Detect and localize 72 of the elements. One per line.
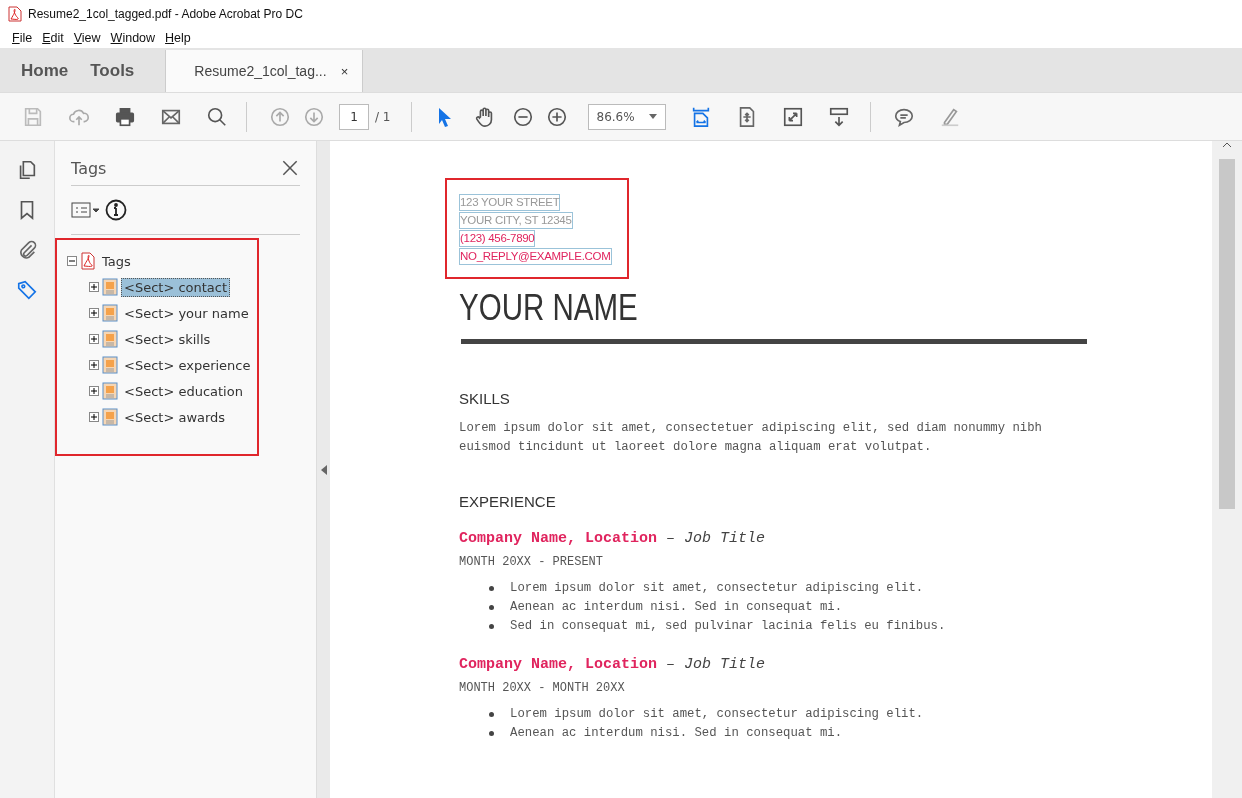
page-total: / 1	[375, 109, 391, 124]
tree-item[interactable]: <Sect> contact	[121, 277, 231, 297]
scrollbar-thumb[interactable]	[1219, 159, 1235, 509]
caret-icon[interactable]	[648, 114, 657, 119]
bullet-icon	[489, 731, 494, 736]
nav-tab[interactable]: Home	[10, 50, 80, 92]
expand-icon[interactable]	[89, 412, 99, 422]
nav-tab[interactable]: Tools	[79, 50, 146, 92]
page-number-field[interactable]: 1	[339, 103, 369, 130]
expand-icon[interactable]	[89, 386, 99, 396]
bullet-icon	[489, 605, 494, 610]
company-name: Company Name, Location	[459, 656, 658, 673]
menu-item[interactable]: Help	[165, 31, 191, 45]
scroll-up-icon[interactable]	[1222, 141, 1232, 149]
expand-icon[interactable]	[89, 308, 99, 318]
tag-element-icon	[102, 408, 118, 426]
search-icon[interactable]	[206, 105, 228, 128]
bullet-text: Aenean ac interdum nisi. Sed in consequat mi.	[510, 725, 843, 742]
tag-element-icon	[102, 330, 118, 348]
menu-item[interactable]: File	[12, 31, 33, 45]
section-heading: SKILLS	[459, 390, 511, 407]
zoom-value[interactable]: 86.6%	[596, 109, 635, 124]
scroll-mode-icon[interactable]	[827, 105, 850, 128]
zoom-out-icon[interactable]	[511, 105, 534, 128]
tree-item[interactable]: <Sect> education	[121, 381, 246, 401]
section-paragraph: Lorem ipsum dolor sit amet, consectetuer adipiscing elit, sed diam nonummy nibh euismod tincidunt ut laoreet dolore magna aliquam erat volutpat.	[459, 420, 1043, 456]
menu-item[interactable]: Window	[110, 31, 156, 45]
print-icon[interactable]	[114, 105, 136, 128]
pdf-app-icon	[8, 6, 22, 22]
tag-icon[interactable]	[16, 279, 38, 301]
menu-item[interactable]: View	[73, 31, 101, 45]
expand-icon[interactable]	[89, 360, 99, 370]
document-tab-label[interactable]: Resume2_1col_tag...	[194, 63, 327, 79]
fullscreen-icon[interactable]	[781, 105, 804, 128]
menu-item[interactable]: Edit	[42, 31, 64, 45]
window-title: Resume2_1col_tagged.pdf - Adobe Acrobat Pro DC	[28, 7, 303, 21]
bullet-icon	[489, 624, 494, 629]
resume-name: YOUR NAME	[459, 287, 639, 329]
job-title: – Job Title	[666, 530, 766, 547]
expand-icon[interactable]	[89, 334, 99, 344]
job-title: – Job Title	[666, 656, 766, 673]
tag-element-icon	[102, 278, 118, 296]
collapse-icon[interactable]	[67, 256, 77, 266]
tree-item[interactable]: <Sect> awards	[121, 407, 229, 427]
expand-icon[interactable]	[89, 282, 99, 292]
options-menu-icon[interactable]	[71, 200, 101, 220]
job-dates: MONTH 20XX - PRESENT	[459, 555, 605, 569]
tree-item[interactable]: Tags	[99, 251, 134, 271]
document-tab[interactable]: Resume2_1col_tag... ×	[165, 50, 364, 92]
tag-element-icon	[102, 356, 118, 374]
tag-element-icon	[102, 382, 118, 400]
bullet-text: Aenean ac interdum nisi. Sed in consequat mi.	[510, 599, 843, 616]
pdf-file-icon	[80, 252, 96, 270]
tag-element-icon	[102, 304, 118, 322]
zoom-in-icon[interactable]	[545, 105, 568, 128]
panel-title: Tags	[71, 158, 107, 178]
close-icon[interactable]	[280, 158, 300, 178]
tree-item[interactable]: <Sect> skills	[121, 329, 214, 349]
bullet-text: Lorem ipsum dolor sit amet, consectetur adipiscing elit.	[510, 580, 924, 597]
bullet-icon	[489, 712, 494, 717]
company-name: Company Name, Location	[459, 530, 658, 547]
close-tab-button[interactable]: ×	[340, 63, 349, 79]
tree-item[interactable]: <Sect> your name	[121, 303, 252, 323]
bullet-icon	[489, 586, 494, 591]
job-dates: MONTH 20XX - MONTH 20XX	[459, 681, 626, 695]
section-heading: EXPERIENCE	[459, 493, 557, 510]
bullet-text: Sed in consequat mi, sed pulvinar lacinia felis eu finibus.	[510, 618, 946, 635]
collapse-panel-icon[interactable]	[320, 464, 327, 475]
info-icon[interactable]	[105, 199, 127, 221]
zoom-dropdown[interactable]: 86.6%	[587, 103, 666, 130]
bullet-text: Lorem ipsum dolor sit amet, consectetur adipiscing elit.	[510, 706, 924, 723]
tree-item[interactable]: <Sect> experience	[121, 355, 254, 375]
